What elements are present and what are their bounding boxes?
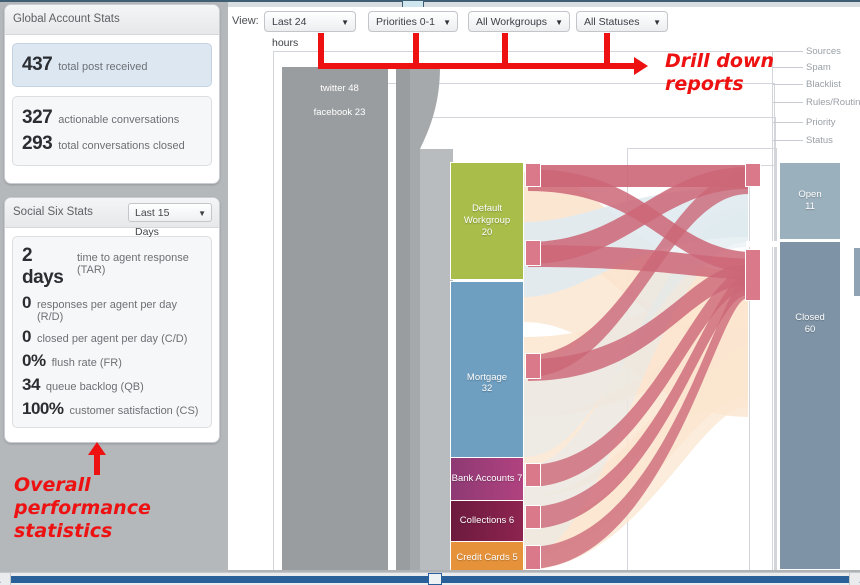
chevron-down-icon: ▼: [198, 209, 206, 218]
workgroup-select[interactable]: All Workgroups ▼: [468, 11, 570, 32]
node-mortgage-value: 32: [481, 383, 493, 395]
metric-cd-label: closed per agent per day (C/D): [36, 333, 188, 345]
chevron-down-icon: ▼: [341, 18, 349, 27]
social-six-stats-header: Social Six Stats Last 15 Days ▼: [5, 198, 219, 238]
social-six-stats-panel: Social Six Stats Last 15 Days ▼ 2 days t…: [4, 197, 220, 443]
node-closed-label: Closed: [795, 312, 825, 323]
global-account-stats-panel: Global Account Stats 437 total post rece…: [4, 4, 220, 184]
node-closed-value: 60: [804, 323, 816, 335]
application-window: Global Account Stats 437 total post rece…: [0, 0, 860, 585]
callout-line-horizontal: [318, 63, 635, 69]
metric-fr-value: 0%: [22, 351, 46, 370]
priority-chip-extra[interactable]: [525, 545, 541, 570]
priority-chip-bank[interactable]: [525, 353, 541, 379]
node-open-value: 11: [805, 201, 815, 212]
priority-chip-mortgage[interactable]: [525, 240, 541, 266]
metric-cs: 100% customer satisfaction (CS): [22, 397, 202, 421]
priority-value: Priorities 0-1: [376, 16, 435, 28]
horizontal-scrollbar[interactable]: [0, 572, 860, 585]
metric-rd-label: responses per agent per day (R/D): [36, 299, 178, 323]
node-open-label: Open: [798, 189, 822, 201]
conversation-stats-card[interactable]: 327 actionable conversations 293 total c…: [12, 96, 212, 166]
time-range-select[interactable]: Last 24 hours ▼: [264, 11, 356, 49]
left-sidebar: Global Account Stats 437 total post rece…: [0, 2, 228, 577]
chevron-down-icon: ▼: [653, 18, 661, 27]
metric-cd: 0 closed per agent per day (C/D): [22, 325, 202, 349]
priority-chip-collections[interactable]: [525, 463, 541, 487]
metric-tar-value: 2 days: [22, 245, 64, 288]
total-post-received-label: total post received: [58, 61, 148, 73]
status-chip-closed[interactable]: [745, 249, 761, 301]
total-conversations-closed-label: total conversations closed: [58, 140, 185, 152]
global-account-stats-body: 437 total post received 327 actionable c…: [5, 35, 219, 175]
annotation-arrow-up-stem: [94, 453, 100, 475]
stat-line: 327 actionable conversations: [22, 105, 202, 131]
scrollbar-corner-right: [849, 573, 860, 585]
actionable-conversations-value: 327: [22, 107, 53, 128]
node-bank-accounts[interactable]: Bank Accounts 7: [450, 457, 524, 501]
actionable-conversations-label: actionable conversations: [58, 114, 180, 126]
metric-qb-label: queue backlog (QB): [45, 381, 144, 393]
callout-arrow-right: [634, 57, 648, 75]
node-default-workgroup-label: Default Workgroup: [463, 203, 511, 227]
metric-qb: 34 queue backlog (QB): [22, 373, 202, 397]
scrollbar-thumb[interactable]: [428, 573, 442, 585]
stat-line: 437 total post received: [22, 52, 202, 78]
total-post-received-card[interactable]: 437 total post received: [12, 43, 212, 87]
social-six-metrics-card[interactable]: 2 days time to agent response (TAR) 0 re…: [12, 236, 212, 428]
scrollbar-corner-left: [0, 573, 11, 585]
node-default-workgroup-text: Default Workgroup 20: [451, 203, 523, 239]
metric-cs-value: 100%: [22, 399, 64, 418]
node-default-workgroup-value: 20: [481, 226, 493, 238]
social-six-stats-title: Social Six Stats: [13, 206, 93, 218]
stat-line: 293 total conversations closed: [22, 131, 202, 157]
sankey-chart: Sources Spam Blacklist Rules/Routing Pri…: [228, 37, 860, 570]
node-mortgage[interactable]: Mortgage 32: [450, 281, 524, 486]
metric-fr: 0% flush rate (FR): [22, 349, 202, 373]
metric-cd-value: 0: [22, 327, 31, 346]
node-open-text: Open 11: [780, 189, 840, 213]
source-node-facebook-label[interactable]: facebook 23: [282, 107, 397, 118]
total-post-received-value: 437: [22, 54, 53, 75]
metric-qb-value: 34: [22, 375, 40, 394]
status-value: All Statuses: [584, 16, 640, 28]
metric-rd-value: 0: [22, 293, 31, 312]
view-label: View:: [232, 15, 259, 27]
node-collections[interactable]: Collections 6: [450, 500, 524, 542]
priority-chip-default[interactable]: [525, 163, 541, 187]
node-credit-cards-label: Credit Cards 5: [456, 551, 518, 563]
annotation-drill-down-reports: Drill down reports: [665, 50, 775, 96]
priority-chip-credit[interactable]: [525, 505, 541, 529]
annotation-overall-performance: Overall performance statistics: [14, 474, 151, 543]
node-mortgage-text: Mortgage 32: [451, 372, 523, 396]
node-collections-label: Collections 6: [459, 515, 515, 527]
metric-tar: 2 days time to agent response (TAR): [22, 243, 202, 291]
node-closed[interactable]: Closed 60: [779, 241, 841, 570]
metric-cs-label: customer satisfaction (CS): [69, 405, 199, 417]
node-mortgage-label: Mortgage: [466, 371, 508, 383]
chevron-down-icon: ▼: [443, 18, 451, 27]
node-closed-text: Closed 60: [780, 312, 840, 336]
social-six-stats-body: 2 days time to agent response (TAR) 0 re…: [5, 228, 219, 437]
metric-fr-label: flush rate (FR): [51, 357, 122, 369]
edge-node-partial: [854, 248, 860, 296]
node-bank-accounts-label: Bank Accounts 7: [451, 473, 523, 485]
social-six-range-select[interactable]: Last 15 Days ▼: [128, 203, 212, 238]
status-chip-open[interactable]: [745, 163, 761, 187]
chevron-down-icon: ▼: [555, 18, 563, 27]
global-account-stats-title: Global Account Stats: [5, 5, 219, 35]
priority-select[interactable]: Priorities 0-1 ▼: [368, 11, 458, 32]
node-credit-cards[interactable]: Credit Cards 5: [450, 541, 524, 570]
node-open[interactable]: Open 11: [779, 162, 841, 240]
metric-tar-label: time to agent response (TAR): [76, 252, 189, 276]
workgroup-value: All Workgroups: [476, 16, 547, 28]
source-node-twitter-label[interactable]: twitter 48: [282, 83, 397, 94]
status-select[interactable]: All Statuses ▼: [576, 11, 668, 32]
metric-rd: 0 responses per agent per day (R/D): [22, 291, 202, 325]
total-conversations-closed-value: 293: [22, 133, 53, 154]
node-default-workgroup[interactable]: Default Workgroup 20: [450, 162, 524, 280]
